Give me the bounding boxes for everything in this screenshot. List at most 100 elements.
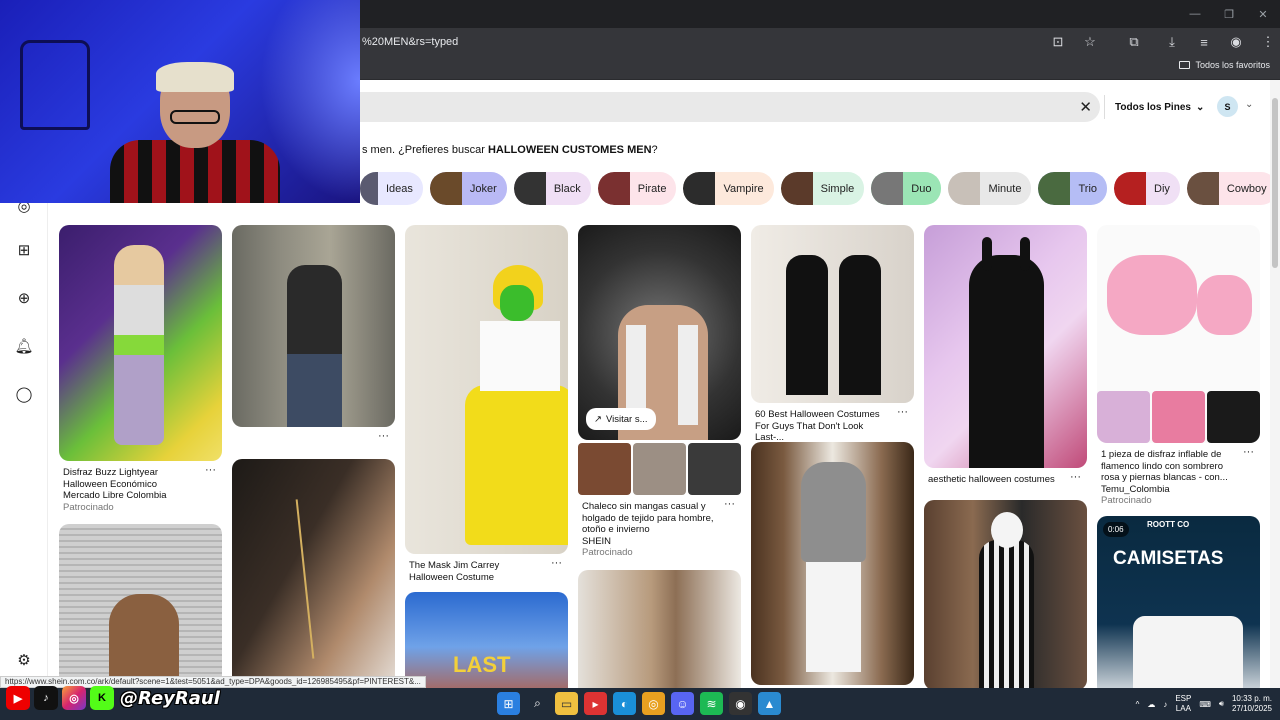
- pin-image[interactable]: [578, 570, 741, 688]
- chip-diy[interactable]: Diy: [1114, 172, 1180, 205]
- star-icon[interactable]: ☆: [1078, 30, 1102, 54]
- more-options-icon[interactable]: ···: [378, 430, 389, 443]
- pin-card[interactable]: 1 pieza de disfraz inflable de flamenco …: [1097, 225, 1260, 507]
- search-icon[interactable]: ⌕: [526, 692, 549, 715]
- chip-label: Pirate: [637, 182, 667, 195]
- pin-source[interactable]: Mercado Libre Colombia: [59, 490, 222, 502]
- chip-minute[interactable]: Minute: [948, 172, 1032, 205]
- pin-card[interactable]: ↗ Visitar s... Chaleco sin mangas casual…: [578, 225, 741, 559]
- file-explorer-icon[interactable]: ▭: [555, 692, 578, 715]
- menu-icon[interactable]: ⋮: [1256, 30, 1280, 54]
- more-options-icon[interactable]: ···: [551, 557, 562, 570]
- pin-image[interactable]: LAST: [405, 592, 568, 688]
- reading-list-icon[interactable]: ≡: [1192, 30, 1216, 54]
- more-options-icon[interactable]: ···: [1070, 471, 1081, 484]
- pin-card[interactable]: [751, 442, 914, 685]
- all-bookmarks-button[interactable]: Todos los favoritos: [1179, 60, 1270, 70]
- chip-vampire[interactable]: Vampire: [683, 172, 774, 205]
- pin-card[interactable]: aesthetic halloween costumes ···: [924, 225, 1087, 486]
- profile-icon[interactable]: ◉: [1224, 30, 1248, 54]
- start-icon[interactable]: ⊞: [497, 692, 520, 715]
- avatar[interactable]: S: [1217, 96, 1238, 117]
- chip-duo[interactable]: Duo: [871, 172, 942, 205]
- pin-source[interactable]: SHEIN: [578, 536, 741, 548]
- pin-card[interactable]: [578, 570, 741, 688]
- media-app-icon[interactable]: ▸: [584, 692, 607, 715]
- pin-card[interactable]: Disfraz Buzz Lightyear Halloween Económi…: [59, 225, 222, 513]
- pin-card[interactable]: LAST: [405, 592, 568, 688]
- install-app-icon[interactable]: ⊡: [1046, 30, 1070, 54]
- search-input[interactable]: ✕: [360, 92, 1100, 122]
- pin-image[interactable]: 0:06 ROOTT CO CAMISETAS: [1097, 516, 1260, 688]
- chip-ideas[interactable]: Ideas: [360, 172, 423, 205]
- chip-cowboy[interactable]: Cowboy: [1186, 172, 1277, 205]
- pin-card[interactable]: 60 Best Halloween Costumes For Guys That…: [751, 225, 914, 444]
- language-code: ESP: [1175, 694, 1192, 703]
- obs-icon[interactable]: ◉: [729, 692, 752, 715]
- volume-icon[interactable]: 🔊︎: [1219, 699, 1224, 709]
- chip-simple[interactable]: Simple: [780, 172, 865, 205]
- spotify-icon[interactable]: ≋: [700, 692, 723, 715]
- pin-card[interactable]: [232, 459, 395, 688]
- chrome-icon[interactable]: ◎: [642, 692, 665, 715]
- pin-filter-dropdown[interactable]: Todos los Pines ⌄: [1104, 95, 1204, 119]
- external-link-icon: ↗: [594, 413, 602, 425]
- notifications-icon[interactable]: 🔔︎: [14, 336, 34, 356]
- pin-image[interactable]: [59, 524, 222, 688]
- pin-card[interactable]: [59, 524, 222, 688]
- chip-label: Duo: [911, 182, 932, 195]
- more-options-icon[interactable]: ···: [1243, 446, 1254, 459]
- pin-card[interactable]: 0:06 ROOTT CO CAMISETAS: [1097, 516, 1260, 688]
- maximize-icon[interactable]: ❐: [1212, 0, 1246, 28]
- pin-image[interactable]: [232, 459, 395, 688]
- pin-card[interactable]: The Mask Jim Carrey Halloween Costume ···: [405, 225, 568, 583]
- download-icon[interactable]: ⤓: [1160, 30, 1184, 54]
- more-options-icon[interactable]: ···: [724, 498, 735, 511]
- pin-image[interactable]: [405, 225, 568, 554]
- photos-icon[interactable]: ▲: [758, 692, 781, 715]
- chat-icon[interactable]: ◯: [14, 384, 34, 404]
- pin-image[interactable]: ↗ Visitar s...: [578, 225, 741, 440]
- microphone-icon[interactable]: ♪: [1163, 700, 1167, 709]
- suggested-term-link[interactable]: HALLOWEEN CUSTOMES MEN: [488, 144, 652, 156]
- input-language-indicator[interactable]: ESP LAA: [1175, 694, 1191, 714]
- pin-card[interactable]: ···: [232, 225, 395, 449]
- minimize-icon[interactable]: —: [1178, 0, 1212, 28]
- chip-thumbnail: [1038, 172, 1071, 205]
- chip-label: Cowboy: [1226, 182, 1267, 195]
- account-chevron-icon[interactable]: ⌄: [1245, 99, 1253, 110]
- chip-black[interactable]: Black: [513, 172, 591, 205]
- clock[interactable]: 10:33 p. m. 27/10/2025: [1232, 694, 1272, 714]
- chip-joker[interactable]: Joker: [429, 172, 507, 205]
- discord-icon[interactable]: ☺: [671, 692, 694, 715]
- pin-image[interactable]: [751, 225, 914, 403]
- pin-image[interactable]: [1097, 225, 1260, 443]
- pin-image[interactable]: [924, 500, 1087, 688]
- create-icon[interactable]: ⊕: [14, 288, 34, 308]
- tray-overflow-icon[interactable]: ^: [1136, 700, 1140, 709]
- chip-pirate[interactable]: Pirate: [597, 172, 677, 205]
- pin-source[interactable]: Temu_Colombia: [1097, 484, 1260, 496]
- settings-icon[interactable]: ⚙: [14, 650, 34, 670]
- cloud-icon[interactable]: ☁: [1147, 700, 1155, 709]
- close-icon[interactable]: ✕: [1246, 0, 1280, 28]
- pin-image[interactable]: [232, 225, 395, 427]
- more-options-icon[interactable]: ···: [205, 464, 216, 477]
- visit-site-button[interactable]: ↗ Visitar s...: [586, 408, 656, 430]
- clock-date: 27/10/2025: [1231, 704, 1272, 713]
- clear-search-icon[interactable]: ✕: [1079, 98, 1092, 116]
- network-icon[interactable]: ⌨: [1199, 700, 1211, 709]
- chip-trio[interactable]: Trio: [1038, 172, 1108, 205]
- boards-icon[interactable]: ⊞: [14, 240, 34, 260]
- pin-card[interactable]: [924, 500, 1087, 688]
- tiktok-icon: ♪: [34, 686, 58, 710]
- address-bar[interactable]: %20MEN&rs=typed: [360, 28, 1100, 56]
- scrollbar-thumb[interactable]: [1272, 98, 1278, 268]
- pin-image[interactable]: [59, 225, 222, 461]
- pin-image[interactable]: [924, 225, 1087, 468]
- extensions-icon[interactable]: ⧉: [1122, 30, 1146, 54]
- more-options-icon[interactable]: ···: [897, 406, 908, 419]
- pin-image[interactable]: [751, 442, 914, 685]
- page-scrollbar[interactable]: [1270, 80, 1280, 688]
- edge-icon[interactable]: ◐: [613, 692, 636, 715]
